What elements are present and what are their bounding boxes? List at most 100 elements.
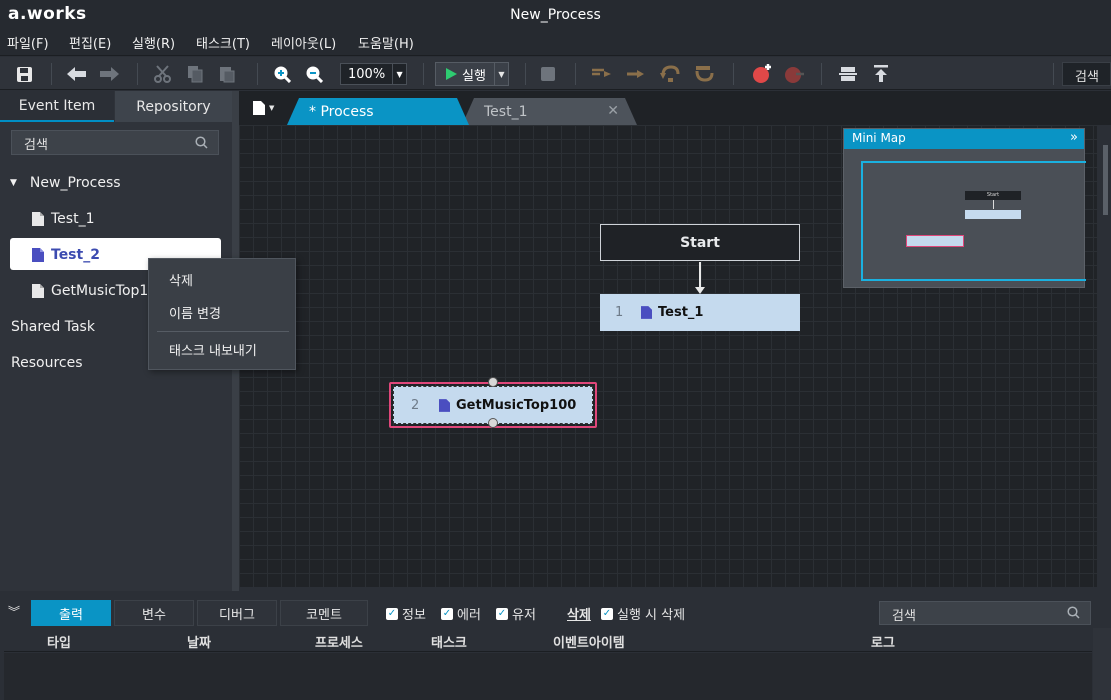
connect-handle-bottom[interactable] — [488, 418, 498, 428]
menu-file[interactable]: 파일(F) — [7, 33, 49, 52]
run-button[interactable]: 실행 ▼ — [435, 62, 509, 86]
column-event-item[interactable]: 이벤트아이템 — [553, 632, 625, 651]
file-icon — [32, 284, 44, 298]
context-rename[interactable]: 이름 변경 — [169, 303, 221, 322]
clear-log-button[interactable]: 삭제 — [567, 604, 591, 623]
tree-item-label: GetMusicTop10 — [51, 283, 158, 299]
tree-item-test-1[interactable]: Test_1 — [32, 211, 94, 227]
canvas-scrollbar[interactable] — [1097, 125, 1111, 587]
zoom-in-icon[interactable] — [272, 64, 292, 84]
step-over-icon[interactable] — [592, 64, 612, 84]
filter-label: 유저 — [512, 608, 536, 623]
toolbar: 100% ▼ 실행 ▼ 검색 — [0, 57, 1111, 90]
connect-handle-top[interactable] — [488, 377, 498, 387]
context-menu: 삭제 이름 변경 태스크 내보내기 — [148, 258, 296, 370]
collapse-double-chevron-icon[interactable]: » — [1070, 130, 1078, 145]
column-task[interactable]: 태스크 — [431, 632, 467, 651]
mini-map-viewport[interactable] — [861, 161, 1086, 281]
tree-root-label: New_Process — [29, 175, 121, 191]
tab-comment[interactable]: 코멘트 — [280, 600, 368, 626]
tree-item-getmusictop[interactable]: GetMusicTop10 — [32, 283, 157, 299]
menu-task[interactable]: 태스크(T) — [196, 33, 250, 52]
paste-icon[interactable] — [217, 64, 237, 84]
mini-map-selected-node — [906, 235, 964, 247]
copy-icon[interactable] — [185, 64, 205, 84]
step-out-icon[interactable] — [694, 64, 714, 84]
close-icon[interactable]: ✕ — [607, 103, 619, 119]
tab-variables[interactable]: 변수 — [114, 600, 194, 626]
left-tabs: Event Item Repository — [0, 91, 232, 122]
column-date[interactable]: 날짜 — [187, 632, 211, 651]
export-upload-icon[interactable] — [871, 64, 891, 84]
tab-event-item[interactable]: Event Item — [0, 91, 114, 122]
log-scrollbar[interactable] — [1093, 628, 1111, 700]
tree-root-new-process[interactable]: ▼ New_Process — [10, 175, 121, 191]
chevron-down-icon[interactable]: ▼ — [494, 63, 508, 85]
task-node-getmusictop100[interactable]: 2 GetMusicTop100 — [389, 377, 597, 428]
column-log[interactable]: 로그 — [871, 632, 895, 651]
file-icon — [641, 306, 652, 319]
connector-arrowhead — [695, 287, 705, 294]
file-icon — [32, 248, 44, 262]
save-icon[interactable] — [14, 64, 34, 84]
tree-item-test-2[interactable]: Test_2 — [32, 247, 100, 263]
collapse-double-chevron-icon[interactable]: ︾ — [8, 603, 20, 620]
context-export-task[interactable]: 태스크 내보내기 — [169, 340, 257, 359]
toolbar-search[interactable]: 검색 — [1062, 62, 1111, 86]
task-node-test-1[interactable]: 1 Test_1 — [600, 294, 800, 331]
mini-map-title: Mini Map — [852, 131, 906, 145]
zoom-out-icon[interactable] — [304, 64, 324, 84]
run-label: 실행 — [462, 68, 486, 84]
log-table-header: 타입 날짜 프로세스 태스크 이벤트아이템 로그 — [4, 628, 1092, 652]
tab-debug[interactable]: 디버그 — [197, 600, 277, 626]
node-number: 1 — [615, 305, 624, 320]
search-placeholder: 검색 — [24, 138, 48, 153]
caret-down-icon[interactable]: ▼ — [10, 178, 17, 188]
filter-label: 에러 — [457, 608, 481, 623]
menu-edit[interactable]: 편집(E) — [69, 33, 111, 52]
search-icon — [195, 136, 208, 149]
remove-breakpoint-icon[interactable] — [784, 64, 804, 84]
step-into-icon[interactable] — [625, 64, 645, 84]
back-arrow-icon[interactable] — [67, 64, 87, 84]
step-back-icon[interactable] — [660, 64, 680, 84]
add-breakpoint-icon[interactable] — [752, 64, 772, 84]
tree-item-label: Test_1 — [51, 211, 95, 227]
tree-item-label: Test_2 — [51, 247, 100, 263]
mini-map[interactable]: Mini Map » Start — [843, 128, 1086, 288]
zoom-select[interactable]: 100% ▼ — [340, 63, 407, 85]
menu-help[interactable]: 도움말(H) — [358, 33, 414, 52]
tab-output[interactable]: 출력 — [31, 600, 111, 626]
tab-repository[interactable]: Repository — [115, 91, 232, 122]
new-document-button[interactable]: ▼ — [253, 101, 274, 115]
tab-test-1[interactable]: Test_1 ✕ — [462, 98, 637, 125]
repository-search-input[interactable]: 검색 — [11, 130, 219, 155]
context-delete[interactable]: 삭제 — [169, 270, 193, 289]
title-bar: a.works New_Process — [0, 0, 1111, 30]
mini-map-task-node — [965, 210, 1021, 219]
tab-process[interactable]: * Process — [287, 98, 469, 125]
output-search-input[interactable]: 검색 — [879, 601, 1091, 625]
filter-error-checkbox[interactable]: ✓ 에러 — [441, 604, 481, 623]
stop-icon[interactable] — [538, 64, 558, 84]
tab-label: Test_1 — [484, 103, 528, 120]
clear-on-run-checkbox[interactable]: ✓ 실행 시 삭제 — [601, 604, 685, 623]
filter-user-checkbox[interactable]: ✓ 유저 — [496, 604, 536, 623]
cut-icon[interactable] — [153, 64, 173, 84]
play-icon — [446, 68, 457, 80]
layout-align-icon[interactable] — [838, 64, 858, 84]
section-resources[interactable]: Resources — [11, 355, 83, 371]
filter-info-checkbox[interactable]: ✓ 정보 — [386, 604, 426, 623]
column-process[interactable]: 프로세스 — [315, 632, 363, 651]
column-type[interactable]: 타입 — [47, 632, 71, 651]
node-name: GetMusicTop100 — [456, 397, 577, 413]
chevron-down-icon[interactable]: ▼ — [392, 64, 406, 84]
menu-layout[interactable]: 레이아웃(L) — [271, 33, 336, 52]
start-node[interactable]: Start — [600, 224, 800, 261]
menu-run[interactable]: 실행(R) — [132, 33, 175, 52]
output-panel-toolbar: ︾ 출력 변수 디버그 코멘트 ✓ 정보 ✓ 에러 ✓ 유저 삭제 ✓ 실행 시 삭제 … — [0, 598, 1111, 628]
forward-arrow-icon[interactable] — [99, 64, 119, 84]
tab-label: * Process — [309, 103, 374, 120]
file-icon — [439, 398, 450, 412]
section-shared-task[interactable]: Shared Task — [11, 319, 95, 335]
